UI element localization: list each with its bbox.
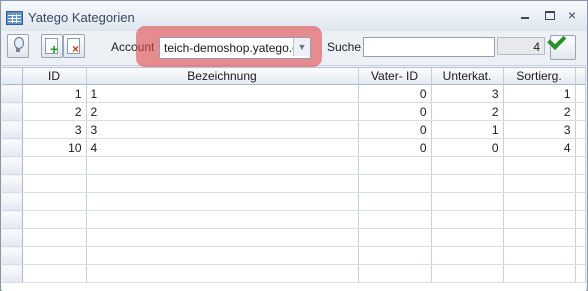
column-header-id[interactable]: ID	[22, 68, 87, 85]
cell-id[interactable]: 2	[22, 102, 87, 121]
cell-filler	[575, 84, 586, 103]
cell-id[interactable]: 3	[22, 120, 87, 139]
header-row: ID Bezeichnung Vater- ID Unterkat. Sorti…	[2, 68, 586, 85]
row-selector[interactable]	[2, 102, 23, 121]
lightbulb-base-icon	[16, 48, 20, 52]
cell-id[interactable]: 1	[22, 84, 87, 103]
cell-id[interactable]: 10	[22, 138, 87, 157]
empty-row	[2, 156, 586, 175]
column-header-unterkat[interactable]: Unterkat.	[431, 68, 504, 85]
empty-row	[2, 174, 586, 193]
table-row[interactable]: 10 4 0 0 4	[2, 138, 586, 157]
maximize-button[interactable]	[541, 8, 557, 22]
cell-bezeichnung[interactable]: 4	[86, 138, 359, 157]
cell-unterkat[interactable]: 2	[431, 102, 504, 121]
cell-bezeichnung[interactable]: 1	[86, 84, 359, 103]
cell-filler	[575, 102, 586, 121]
cell-unterkat[interactable]: 0	[431, 138, 504, 157]
plus-icon: +	[50, 41, 59, 57]
window-title: Yatego Kategorien	[28, 10, 135, 25]
row-selector[interactable]	[2, 120, 23, 139]
cell-bezeichnung[interactable]: 3	[86, 120, 359, 139]
table-row[interactable]: 1 1 0 3 1	[2, 84, 586, 103]
categories-table: ID Bezeichnung Vater- ID Unterkat. Sorti…	[2, 68, 586, 283]
chevron-down-icon[interactable]: ▼	[293, 38, 310, 56]
delete-x-icon: ×	[72, 42, 80, 56]
categories-grid: ID Bezeichnung Vater- ID Unterkat. Sorti…	[2, 67, 586, 291]
account-value: teich-demoshop.yatego.co	[164, 41, 305, 55]
table-icon	[6, 11, 23, 25]
row-selector[interactable]	[2, 84, 23, 103]
minimize-button[interactable]	[517, 8, 533, 22]
cell-unterkat[interactable]: 1	[431, 120, 504, 139]
cell-vater-id[interactable]: 0	[358, 120, 432, 139]
account-select[interactable]: teich-demoshop.yatego.co ▼	[159, 37, 311, 59]
search-submit-button[interactable]	[547, 30, 576, 60]
empty-row	[2, 210, 586, 229]
column-header-bezeichnung[interactable]: Bezeichnung	[86, 68, 359, 85]
empty-row	[2, 192, 586, 211]
help-button[interactable]	[7, 34, 29, 58]
cell-bezeichnung[interactable]: 2	[86, 102, 359, 121]
cell-filler	[575, 138, 586, 157]
search-label: Suche	[327, 40, 362, 54]
cell-vater-id[interactable]: 0	[358, 102, 432, 121]
cell-sortierg[interactable]: 2	[503, 102, 576, 121]
search-input[interactable]	[363, 37, 495, 57]
empty-row	[2, 246, 586, 265]
cell-sortierg[interactable]: 4	[503, 138, 576, 157]
row-selector[interactable]	[2, 138, 23, 157]
column-header-sortierg[interactable]: Sortierg.	[503, 68, 576, 85]
table-row[interactable]: 3 3 0 1 3	[2, 120, 586, 139]
delete-button[interactable]: ×	[63, 34, 85, 58]
close-button[interactable]: ×	[564, 8, 580, 22]
cell-vater-id[interactable]: 0	[358, 84, 432, 103]
empty-row	[2, 228, 586, 247]
cell-filler	[575, 120, 586, 139]
window: Yatego Kategorien × + × Account Suche te…	[0, 0, 588, 291]
column-header-filler	[575, 68, 586, 85]
row-selector-header	[2, 68, 23, 85]
add-button[interactable]: +	[41, 34, 63, 58]
cell-unterkat[interactable]: 3	[431, 84, 504, 103]
cell-sortierg[interactable]: 3	[503, 120, 576, 139]
result-count: 4	[497, 37, 545, 55]
table-row[interactable]: 2 2 0 2 2	[2, 102, 586, 121]
cell-vater-id[interactable]: 0	[358, 138, 432, 157]
cell-sortierg[interactable]: 1	[503, 84, 576, 103]
column-header-vater-id[interactable]: Vater- ID	[358, 68, 432, 85]
empty-row	[2, 264, 586, 283]
